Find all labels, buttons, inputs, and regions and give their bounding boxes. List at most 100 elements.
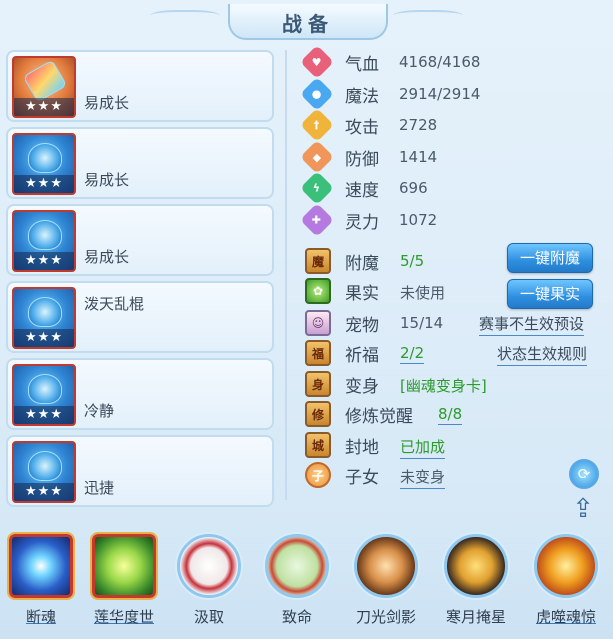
attr-name: 修炼觉醒	[345, 406, 413, 427]
stat-name: 气血	[345, 54, 379, 75]
heart-icon: ♥	[300, 45, 334, 79]
star-rating: ★★★	[14, 252, 74, 270]
stat-value: 2914/2914	[399, 85, 481, 103]
spirit-icon: ✚	[300, 203, 334, 237]
equipment-card[interactable]: ★★★ 泼天乱棍	[6, 281, 274, 353]
stat-value: 1072	[399, 211, 438, 229]
stat-name: 魔法	[345, 86, 379, 107]
blue-crown-icon: ★★★	[12, 441, 76, 503]
equipment-name: 易成长	[84, 94, 130, 112]
equipment-card[interactable]: ★★★ 易成长	[6, 204, 274, 276]
stat-row-attack: † 攻击 2728	[300, 108, 438, 142]
territory-value[interactable]: 已加成	[400, 436, 446, 459]
blessing-icon: 福	[305, 340, 331, 366]
cultivation-icon: 修	[305, 401, 331, 427]
tiger-fire-icon	[534, 534, 598, 598]
equipment-name: 冷静	[84, 402, 115, 420]
equipment-name: 易成长	[84, 248, 130, 266]
column-divider	[285, 50, 287, 500]
attr-row-transform[interactable]: 身 变身	[305, 370, 379, 398]
one-key-fruit-button[interactable]: 一键果实	[507, 279, 593, 309]
equipment-card[interactable]: ★★★ 易成长	[6, 127, 274, 199]
pet-value: 15/14	[400, 314, 444, 332]
territory-icon: 城	[305, 432, 331, 458]
lotus-hand-icon	[90, 532, 158, 600]
star-rating: ★★★	[14, 329, 74, 347]
page-title: 战备	[282, 11, 334, 36]
title-ornament-right	[393, 10, 463, 24]
star-rating: ★★★	[14, 175, 74, 193]
skill-slot[interactable]: 致命	[262, 534, 332, 634]
attr-name: 果实	[345, 283, 379, 304]
sword-icon: †	[300, 108, 334, 142]
stat-row-spirit: ✚ 灵力 1072	[300, 203, 438, 237]
blue-orb-icon	[7, 532, 75, 600]
skill-slot[interactable]: 汲取	[174, 534, 244, 634]
popsicle-icon: ★★★	[12, 56, 76, 118]
page-header: 战备	[228, 4, 388, 40]
attr-row-blessing[interactable]: 福 祈福	[305, 339, 379, 367]
star-rating: ★★★	[14, 483, 74, 501]
equipment-name: 易成长	[84, 171, 130, 189]
blade-icon	[354, 534, 418, 598]
equipment-card[interactable]: ★★★ 冷静	[6, 358, 274, 430]
skill-name: 莲华度世	[93, 608, 154, 626]
fruit-value: 未使用	[400, 284, 446, 302]
transform-icon: 身	[305, 371, 331, 397]
pet-avatar-icon: ☺	[305, 310, 331, 336]
skill-name: 致命	[281, 608, 312, 626]
attr-row-children[interactable]: 子 子女	[305, 461, 379, 489]
star-rating: ★★★	[14, 406, 74, 424]
transform-value[interactable]: [幽魂变身卡]	[400, 375, 487, 396]
stat-row-mp: ● 魔法 2914/2914	[300, 77, 481, 111]
blue-armor-icon: ★★★	[12, 210, 76, 272]
skill-name: 寒月掩星	[445, 608, 506, 626]
blessing-value[interactable]: 2/2	[400, 344, 425, 364]
stat-row-speed: ϟ 速度 696	[300, 171, 428, 205]
one-key-enchant-button[interactable]: 一键附魔	[507, 243, 593, 273]
skill-name: 断魂	[25, 608, 56, 626]
stat-name: 灵力	[345, 212, 379, 233]
attr-row-territory[interactable]: 城 封地	[305, 431, 379, 459]
attr-name: 变身	[345, 376, 379, 397]
attr-row-fruit[interactable]: ✿ 果实	[305, 277, 379, 305]
blue-boots-icon: ★★★	[12, 364, 76, 426]
stat-value: 1414	[399, 148, 438, 166]
skill-name: 虎噬魂惊	[535, 608, 596, 626]
lightning-icon: ϟ	[300, 171, 334, 205]
stat-name: 攻击	[345, 117, 379, 138]
blue-weapon-icon: ★★★	[12, 287, 76, 349]
equipment-name: 迅捷	[84, 479, 115, 497]
cultivation-value[interactable]: 8/8	[438, 405, 463, 425]
stat-row-defense: ◆ 防御 1414	[300, 140, 438, 174]
stat-name: 速度	[345, 180, 379, 201]
stat-value: 2728	[399, 116, 438, 134]
equipment-card[interactable]: ★★★ 迅捷	[6, 435, 274, 507]
stat-value: 696	[399, 179, 428, 197]
attr-row-cultivation[interactable]: 修 修炼觉醒	[305, 400, 413, 428]
skill-slot[interactable]: 莲华度世	[89, 532, 159, 634]
attr-name: 附魔	[345, 253, 379, 274]
shield-icon: ◆	[300, 140, 334, 174]
skill-name: 刀光剑影	[355, 608, 416, 626]
refresh-icon[interactable]: ⟳	[569, 459, 599, 489]
event-preset-link[interactable]: 赛事不生效预设	[479, 313, 585, 336]
attr-row-enchant[interactable]: 魔 附魔	[305, 247, 379, 275]
stat-value: 4168/4168	[399, 53, 481, 71]
moon-warrior-icon	[444, 534, 508, 598]
status-rules-link[interactable]: 状态生效规则	[497, 343, 588, 366]
stat-name: 防御	[345, 149, 379, 170]
skill-slot[interactable]: 寒月掩星	[441, 534, 511, 634]
stat-row-hp: ♥ 气血 4168/4168	[300, 45, 481, 79]
attr-name: 子女	[345, 467, 379, 488]
equipment-card[interactable]: ★★★ 易成长	[6, 50, 274, 122]
attr-name: 宠物	[345, 315, 379, 336]
skill-slot[interactable]: 刀光剑影	[351, 534, 421, 634]
attr-row-pet[interactable]: ☺ 宠物	[305, 309, 379, 337]
skill-slot[interactable]: 断魂	[6, 532, 76, 634]
children-icon: 子	[305, 462, 331, 488]
skill-name: 汲取	[193, 608, 224, 626]
skill-slot[interactable]: 虎噬魂惊	[531, 534, 601, 634]
enchant-value: 5/5	[400, 252, 425, 270]
children-value[interactable]: 未变身	[400, 466, 446, 489]
